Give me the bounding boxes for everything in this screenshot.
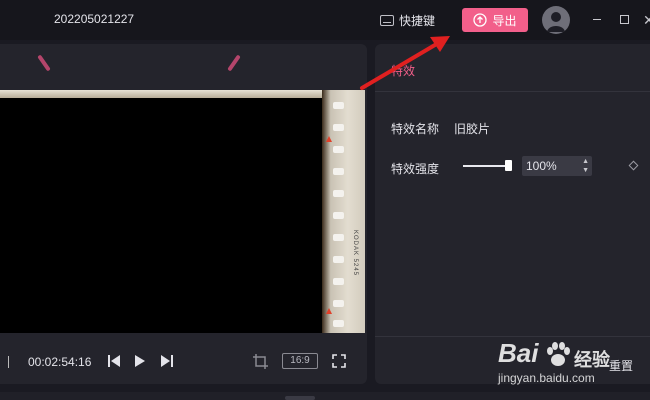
film-print-text: KODAK 5245: [352, 230, 358, 277]
playback-controls: 00:02:54:16 16:9: [0, 346, 367, 380]
strength-slider-track[interactable]: [463, 165, 508, 167]
strength-value: 100%: [526, 159, 557, 173]
film-mark: [326, 308, 332, 314]
avatar[interactable]: [542, 6, 570, 34]
effect-name-value: 旧胶片: [454, 122, 491, 136]
paw-logo-icon: [547, 342, 570, 366]
crop-icon[interactable]: [253, 354, 268, 369]
film-sprocket: [333, 300, 344, 307]
timecode: 00:02:54:16: [28, 355, 92, 369]
shortcut-label: 快捷键: [399, 13, 436, 28]
upload-icon: [473, 13, 488, 27]
watermark-brand: Bai: [498, 338, 539, 368]
timeline-marker: [8, 356, 9, 368]
export-button[interactable]: 导出: [462, 8, 528, 32]
effect-strength-label: 特效强度: [391, 162, 440, 176]
shortcut-button[interactable]: 快捷键: [380, 11, 435, 29]
player-panel: KODAK 5245 00:02:54:16 16:9: [0, 44, 367, 384]
keyframe-icon[interactable]: [628, 160, 639, 171]
film-sprocket: [333, 212, 344, 219]
film-sprocket: [333, 190, 344, 197]
watermark-suffix: 经验: [574, 350, 610, 370]
user-icon: [547, 12, 565, 32]
effects-panel: 特效 特效名称 旧胶片 特效强度 100% ▲ ▼ 重置: [375, 44, 650, 384]
top-bar: 202205021227 快捷键 导出 ✕: [0, 0, 650, 40]
watermark-url: jingyan.baidu.com: [498, 371, 595, 385]
close-button[interactable]: ✕: [643, 12, 650, 29]
tab-effects[interactable]: 特效: [391, 62, 415, 79]
previous-frame-button[interactable]: [108, 354, 121, 368]
film-edge: [0, 90, 365, 98]
keyboard-icon: [380, 14, 394, 26]
minimize-button[interactable]: [593, 19, 601, 20]
film-sprocket: [333, 278, 344, 285]
film-sprocket: [333, 124, 344, 131]
effects-header: 特效: [375, 44, 650, 92]
video-preview[interactable]: KODAK 5245: [0, 90, 365, 333]
project-title: 202205021227: [54, 12, 135, 26]
decor-stroke: [227, 54, 241, 72]
film-sprocket: [333, 234, 344, 241]
spinner-arrows-icon[interactable]: ▲ ▼: [582, 157, 589, 175]
film-mark: [326, 136, 332, 142]
film-sprocket: [333, 102, 344, 109]
film-sprocket: [333, 320, 344, 327]
watermark: Bai 经验 jingyan.baidu.com: [498, 338, 648, 396]
maximize-button[interactable]: [620, 15, 629, 24]
fullscreen-icon[interactable]: [332, 354, 346, 368]
next-frame-button[interactable]: [160, 354, 173, 368]
film-sprocket: [333, 256, 344, 263]
play-button[interactable]: [134, 354, 146, 368]
strength-slider-thumb[interactable]: [504, 160, 512, 171]
decor-stroke: [37, 54, 51, 72]
strength-input[interactable]: 100% ▲ ▼: [522, 156, 592, 176]
export-label: 导出: [492, 13, 517, 28]
aspect-ratio-button[interactable]: 16:9: [282, 353, 318, 369]
bottom-handle[interactable]: [285, 396, 315, 400]
film-sprocket: [333, 146, 344, 153]
film-sprocket: [333, 168, 344, 175]
effect-name-label: 特效名称: [391, 122, 440, 136]
